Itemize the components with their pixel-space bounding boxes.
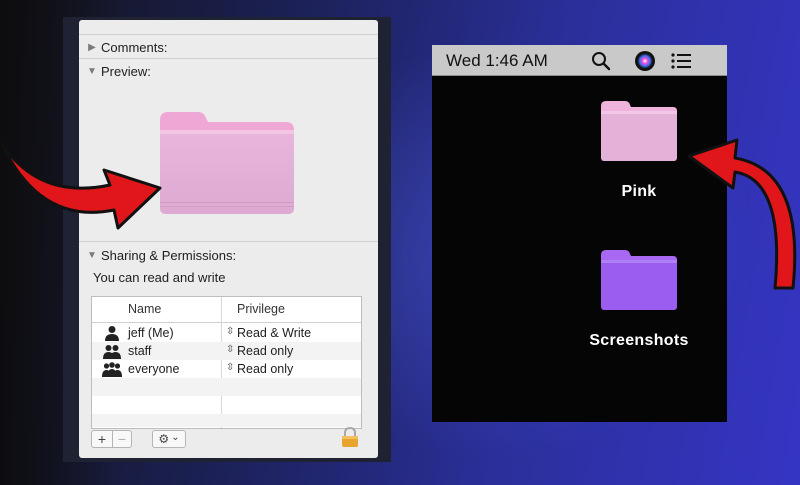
red-arrow-right-icon xyxy=(687,138,797,290)
privilege-select[interactable]: Read & Write xyxy=(237,326,311,340)
gear-icon: ⚙ xyxy=(158,432,170,446)
search-icon[interactable] xyxy=(590,50,612,72)
comments-label: Comments: xyxy=(101,39,168,55)
single-user-icon xyxy=(105,326,119,341)
add-user-button[interactable]: + xyxy=(91,430,113,448)
table-header: Name Privilege xyxy=(92,297,361,323)
preview-label: Preview: xyxy=(101,63,151,79)
desktop-folder-pink-icon[interactable] xyxy=(599,98,679,162)
desktop-folder-screenshots-label[interactable]: Screenshots xyxy=(539,332,727,350)
privilege-stepper-icon[interactable]: ⇳ xyxy=(226,362,234,373)
privilege-stepper-icon[interactable]: ⇳ xyxy=(226,326,234,337)
table-row[interactable]: staff ⇳ Read only xyxy=(92,342,361,360)
user-name: jeff (Me) xyxy=(128,326,174,340)
disclosure-triangle-expanded-icon[interactable]: ▼ xyxy=(83,250,101,261)
action-menu-button[interactable]: ⚙ ⌄ xyxy=(152,430,186,448)
menu-bar: Wed 1:46 AM xyxy=(432,45,727,76)
siri-icon[interactable] xyxy=(634,50,656,72)
table-row-empty xyxy=(92,414,361,427)
desktop-view: Wed 1:46 AM Pink Screenshots xyxy=(432,45,727,422)
permissions-toolbar: + − ⚙ ⌄ xyxy=(91,430,186,448)
remove-user-button[interactable]: − xyxy=(113,430,132,448)
user-name: staff xyxy=(128,344,152,358)
preview-folder-icon xyxy=(160,112,294,214)
privilege-stepper-icon[interactable]: ⇳ xyxy=(226,344,234,355)
permissions-table: Name Privilege jeff (Me) ⇳ Read & Write xyxy=(91,296,362,429)
preview-section-header[interactable]: ▼ Preview: xyxy=(79,60,378,82)
everyone-users-icon xyxy=(102,362,122,377)
red-arrow-left-icon xyxy=(0,142,162,230)
desktop-folder-screenshots-icon[interactable] xyxy=(599,247,679,311)
table-row[interactable]: jeff (Me) ⇳ Read & Write xyxy=(92,324,361,342)
column-header-name[interactable]: Name xyxy=(128,302,161,316)
permission-summary: You can read and write xyxy=(93,270,226,285)
menu-bar-clock[interactable]: Wed 1:46 AM xyxy=(446,51,548,71)
sharing-permissions-label: Sharing & Permissions: xyxy=(101,247,237,263)
divider xyxy=(79,34,378,35)
privilege-select[interactable]: Read only xyxy=(237,362,293,376)
comments-section-header[interactable]: ▶ Comments: xyxy=(79,36,378,58)
notification-center-icon[interactable] xyxy=(670,50,692,72)
divider xyxy=(79,241,378,242)
column-header-privilege[interactable]: Privilege xyxy=(237,302,285,316)
divider xyxy=(79,58,378,59)
disclosure-triangle-collapsed-icon[interactable]: ▶ xyxy=(83,42,101,53)
table-row[interactable]: everyone ⇳ Read only xyxy=(92,360,361,378)
group-users-icon xyxy=(103,345,121,359)
chevron-down-icon: ⌄ xyxy=(171,431,180,443)
lock-icon[interactable] xyxy=(341,427,359,447)
sharing-section-header[interactable]: ▼ Sharing & Permissions: xyxy=(79,244,378,266)
disclosure-triangle-expanded-icon[interactable]: ▼ xyxy=(83,66,101,77)
table-row-empty xyxy=(92,378,361,396)
user-name: everyone xyxy=(128,362,180,376)
privilege-select[interactable]: Read only xyxy=(237,344,293,358)
